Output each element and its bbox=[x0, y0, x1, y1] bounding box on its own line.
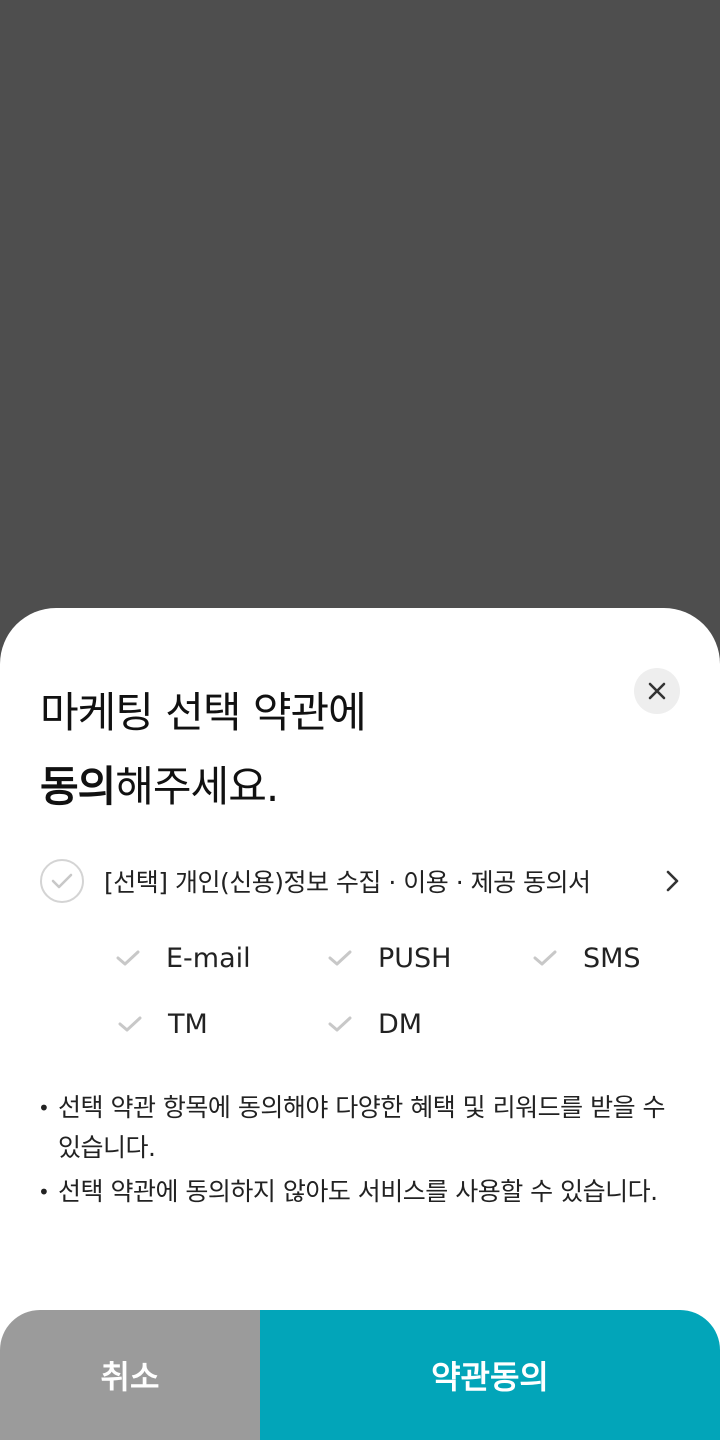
agreement-row[interactable]: [선택] 개인(신용)정보 수집 · 이용 · 제공 동의서 bbox=[40, 858, 684, 904]
title-line-1: 마케팅 선택 약관에 bbox=[40, 688, 367, 737]
check-circle-icon bbox=[51, 873, 73, 889]
agreement-checkbox[interactable] bbox=[40, 859, 84, 903]
channel-push-label: PUSH bbox=[378, 942, 452, 974]
channel-sms-label: SMS bbox=[583, 942, 641, 974]
cancel-button-label: 취소 bbox=[100, 1358, 160, 1396]
channel-dm-label: DM bbox=[378, 1008, 423, 1040]
title-rest: 해주세요. bbox=[115, 762, 279, 811]
channel-email-label: E-mail bbox=[166, 942, 251, 974]
close-button[interactable] bbox=[634, 668, 680, 714]
channel-sms[interactable]: SMS bbox=[533, 938, 641, 978]
agreement-label: [선택] 개인(신용)정보 수집 · 이용 · 제공 동의서 bbox=[104, 868, 591, 897]
notice-text: 선택 약관 항목에 동의해야 다양한 혜택 및 리워드를 받을 수 있습니다. bbox=[58, 1093, 666, 1162]
close-icon bbox=[648, 682, 666, 700]
notice-list: • 선택 약관 항목에 동의해야 다양한 혜택 및 리워드를 받을 수 있습니다… bbox=[38, 1088, 678, 1216]
cancel-button[interactable]: 취소 bbox=[0, 1310, 300, 1440]
notice-item: • 선택 약관에 동의하지 않아도 서비스를 사용할 수 있습니다. bbox=[38, 1172, 678, 1212]
channel-tm-label: TM bbox=[168, 1008, 208, 1040]
bullet: • bbox=[38, 1180, 50, 1204]
bullet: • bbox=[38, 1096, 50, 1120]
marketing-consent-sheet: 마케팅 선택 약관에 동의해주세요. [선택] 개인(신용)정보 수집 · 이용… bbox=[0, 608, 720, 1440]
agree-button[interactable]: 약관동의 bbox=[260, 1310, 720, 1440]
check-icon bbox=[533, 950, 557, 966]
sheet-title: 마케팅 선택 약관에 동의해주세요. bbox=[40, 676, 600, 824]
title-line-2: 동의해주세요. bbox=[40, 750, 600, 824]
check-icon bbox=[118, 1016, 142, 1032]
notice-text: 선택 약관에 동의하지 않아도 서비스를 사용할 수 있습니다. bbox=[58, 1177, 658, 1206]
channel-email[interactable]: E-mail bbox=[116, 938, 251, 978]
title-emphasis: 동의 bbox=[40, 762, 116, 811]
chevron-right-icon bbox=[666, 870, 679, 892]
channel-push[interactable]: PUSH bbox=[328, 938, 452, 978]
channel-tm[interactable]: TM bbox=[118, 1004, 208, 1044]
channel-dm[interactable]: DM bbox=[328, 1004, 422, 1044]
agreement-detail-button[interactable] bbox=[660, 869, 684, 893]
check-icon bbox=[116, 950, 140, 966]
check-icon bbox=[328, 950, 352, 966]
check-icon bbox=[328, 1016, 352, 1032]
notice-item: • 선택 약관 항목에 동의해야 다양한 혜택 및 리워드를 받을 수 있습니다… bbox=[38, 1088, 678, 1168]
agree-button-label: 약관동의 bbox=[431, 1358, 549, 1396]
